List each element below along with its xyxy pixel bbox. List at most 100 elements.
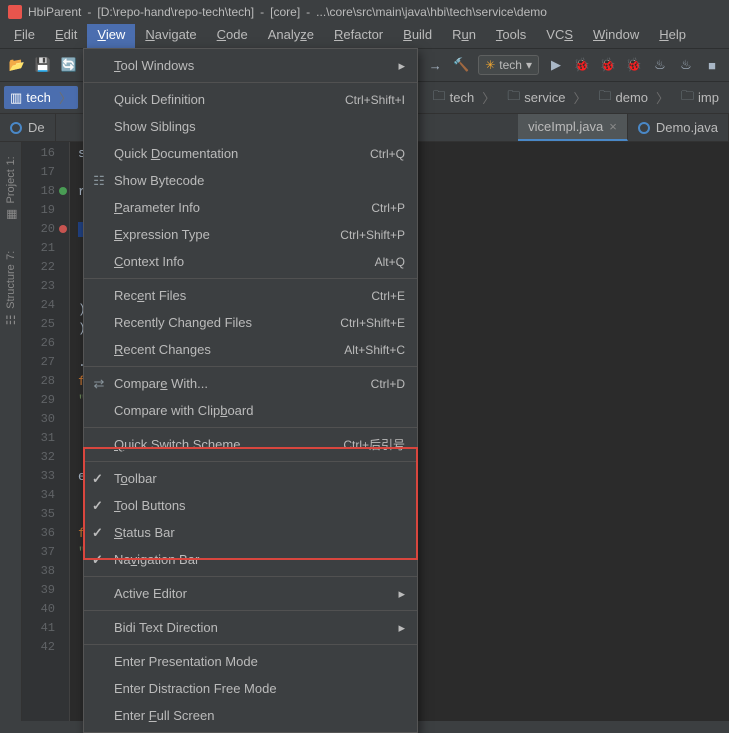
run-icon[interactable]: ▶ [547, 56, 565, 74]
menu-quick-switch-scheme[interactable]: Quick Switch Scheme...Ctrl+后引号 [84, 431, 417, 458]
crumb-root[interactable]: ▥ tech 〉 [4, 86, 78, 109]
menu-analyze[interactable]: Analyze [258, 24, 324, 48]
folder-icon: 🗀 [433, 87, 446, 109]
jrebel-debug-icon[interactable]: ♨ [677, 56, 695, 74]
menu-tool-buttons-toggle[interactable]: ✓ Tool Buttons [84, 492, 417, 519]
menu-recently-changed-files[interactable]: Recently Changed FilesCtrl+Shift+E [84, 309, 417, 336]
menu-navigation-bar-toggle[interactable]: ✓ Navigation Bar [84, 546, 417, 573]
menu-code[interactable]: Code [207, 24, 258, 48]
menu-presentation-mode[interactable]: Enter Presentation Mode [84, 648, 417, 675]
module-icon: ▥ [10, 90, 22, 106]
check-icon: ✓ [92, 471, 103, 487]
menu-quick-definition[interactable]: Quick DefinitionCtrl+Shift+I [84, 86, 417, 113]
check-icon: ✓ [92, 525, 103, 541]
title-app: HbiParent [28, 5, 81, 19]
side-toolbar: ▦ Project 1: ☷ Structure 7: [0, 142, 22, 721]
menu-bidi-direction[interactable]: Bidi Text Direction▸ [84, 614, 417, 641]
line-number: 35 [22, 507, 69, 526]
jrebel-icon[interactable]: ♨ [651, 56, 669, 74]
build-icon[interactable]: 🔨 [452, 56, 470, 74]
menu-quick-documentation[interactable]: Quick DocumentationCtrl+Q [84, 140, 417, 167]
forward-icon[interactable]: → [426, 56, 444, 74]
menu-tools[interactable]: Tools [486, 24, 536, 48]
menu-navigate[interactable]: Navigate [135, 24, 206, 48]
check-icon: ✓ [92, 552, 103, 568]
menu-separator [84, 366, 417, 367]
crumb-tech[interactable]: 🗀 tech 〉 [427, 85, 502, 111]
line-number: 19 [22, 203, 69, 222]
menu-separator [84, 461, 417, 462]
line-number: 36 [22, 526, 69, 545]
menu-distraction-free-mode[interactable]: Enter Distraction Free Mode [84, 675, 417, 702]
menu-active-editor[interactable]: Active Editor▸ [84, 580, 417, 607]
tool-project[interactable]: ▦ Project 1: [4, 150, 18, 227]
chevron-down-icon: ▾ [526, 58, 532, 72]
menu-expression-type[interactable]: Expression TypeCtrl+Shift+P [84, 221, 417, 248]
editor-gutter[interactable]: 1617181920212223242526272829303132333435… [22, 142, 70, 721]
title-file: ...\core\src\main\java\hbi\tech\service\… [316, 5, 547, 19]
menu-file[interactable]: File [4, 24, 45, 48]
menu-recent-changes[interactable]: Recent ChangesAlt+Shift+C [84, 336, 417, 363]
menu-tool-windows[interactable]: Tool Windows▸ [84, 52, 417, 79]
menu-status-bar-toggle[interactable]: ✓ Status Bar [84, 519, 417, 546]
line-number: 17 [22, 165, 69, 184]
crumb-imp[interactable]: 🗀 imp [675, 85, 725, 111]
menu-vcs[interactable]: VCS [536, 24, 583, 48]
submenu-arrow-icon: ▸ [398, 58, 405, 74]
folder-icon: 🗀 [598, 87, 611, 109]
menu-recent-files[interactable]: Recent FilesCtrl+E [84, 282, 417, 309]
menu-compare-clipboard[interactable]: Compare with Clipboard [84, 397, 417, 424]
line-number: 37 [22, 545, 69, 564]
menu-help[interactable]: Help [649, 24, 696, 48]
refresh-icon[interactable]: 🔄 [60, 56, 78, 74]
line-number: 32 [22, 450, 69, 469]
debug-icon[interactable]: 🐞 [573, 56, 591, 74]
line-number: 29 [22, 393, 69, 412]
menu-view[interactable]: View [87, 24, 135, 48]
menu-edit[interactable]: Edit [45, 24, 87, 48]
line-number: 42 [22, 640, 69, 659]
menu-run[interactable]: Run [442, 24, 486, 48]
tab-demo[interactable]: Demo.java [628, 114, 729, 141]
menu-compare-with[interactable]: ⇄ Compare With...Ctrl+D [84, 370, 417, 397]
app-icon [8, 5, 22, 19]
run-config-label: tech [499, 58, 522, 72]
line-number: 40 [22, 602, 69, 621]
gear-icon: ✳ [485, 58, 495, 72]
line-number: 41 [22, 621, 69, 640]
run-config-selector[interactable]: ✳ tech ▾ [478, 55, 539, 75]
menu-show-bytecode[interactable]: ☷ Show Bytecode [84, 167, 417, 194]
menu-refactor[interactable]: Refactor [324, 24, 393, 48]
line-number: 33 [22, 469, 69, 488]
crumb-service[interactable]: 🗀 service 〉 [501, 85, 592, 111]
menu-build[interactable]: Build [393, 24, 442, 48]
chevron-right-icon: 〉 [59, 88, 72, 107]
menu-show-siblings[interactable]: Show Siblings [84, 113, 417, 140]
line-number: 24 [22, 298, 69, 317]
tab-de[interactable]: De [0, 114, 56, 141]
menu-parameter-info[interactable]: Parameter InfoCtrl+P [84, 194, 417, 221]
menu-window[interactable]: Window [583, 24, 649, 48]
tool-structure[interactable]: ☷ Structure 7: [4, 245, 18, 333]
menu-separator [84, 427, 417, 428]
stop-icon[interactable]: ■ [703, 56, 721, 74]
save-all-icon[interactable]: 💾 [34, 56, 52, 74]
menu-separator [84, 576, 417, 577]
title-path: [D:\repo-hand\repo-tech\tech] [97, 5, 254, 19]
crumb-demo[interactable]: 🗀 demo 〉 [592, 85, 675, 111]
menu-separator [84, 610, 417, 611]
menu-context-info[interactable]: Context InfoAlt+Q [84, 248, 417, 275]
line-number: 28 [22, 374, 69, 393]
tab-serviceimpl[interactable]: viceImpl.java × [518, 114, 628, 141]
menu-separator [84, 82, 417, 83]
line-number: 20 [22, 222, 69, 241]
bytecode-icon: ☷ [90, 173, 108, 189]
line-number: 26 [22, 336, 69, 355]
menu-full-screen[interactable]: Enter Full Screen [84, 702, 417, 729]
close-icon[interactable]: × [609, 119, 617, 134]
open-icon[interactable]: 📂 [8, 56, 26, 74]
coverage-icon[interactable]: 🐞 [599, 56, 617, 74]
profile-icon[interactable]: 🐞 [625, 56, 643, 74]
chevron-right-icon: 〉 [656, 88, 669, 107]
menu-toolbar-toggle[interactable]: ✓ Toolbar [84, 465, 417, 492]
